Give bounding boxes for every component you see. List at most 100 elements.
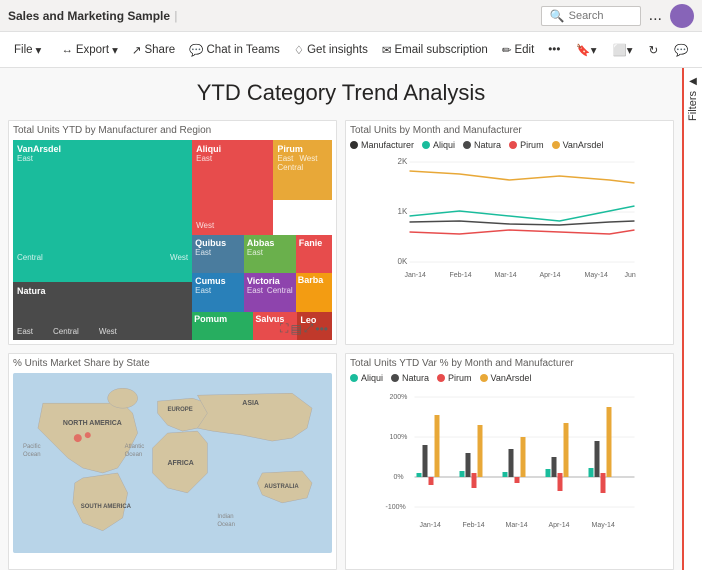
bar-chart-container[interactable]: 200% 100% 0% -100% [350,385,669,565]
toolbar-more[interactable]: ••• [542,40,566,60]
bar-x-feb: Feb-14 [463,522,485,529]
treemap-container[interactable]: VanArsdel East Central West Natura East [13,140,332,340]
focus-button[interactable]: ⛶ [280,321,288,336]
aliqui-dot [422,141,430,149]
bar-aliqui-dot [350,374,358,382]
more-options-button[interactable]: ... [649,7,662,25]
bar-may-vanarsdel [607,407,612,477]
search-icon: 🔍 [550,9,565,23]
pirum-line [410,230,635,234]
bar-x-apr: Apr-14 [549,522,570,529]
bookmark-button[interactable]: 🔖▾ [570,39,602,61]
bar-x-mar: Mar-14 [506,522,528,529]
bar-chart-legend: Aliqui Natura Pirum VanArsdel [350,373,669,383]
toolbar-chat[interactable]: 💬 Chat in Teams [183,39,286,61]
treemap-right: Aliqui East West Pirum [192,140,332,340]
bar-y-minus100: -100% [386,504,406,511]
insights-label: Get insights [307,44,368,56]
bar-legend-natura: Natura [391,373,429,383]
pirum-label: Pirum [277,144,328,154]
toolbar-export[interactable]: ↔ Export ▾ [55,39,124,61]
vanarsdel-label: VanArsdel [17,144,188,154]
aliqui-bottom: West [196,217,214,231]
barba-label: Barba [298,275,330,285]
y-label-0k: 0K [398,257,408,266]
bar-natura-dot [391,374,399,382]
treemap-left: VanArsdel East Central West Natura East [13,140,192,340]
bar-y-0: 0% [394,474,404,481]
bar-feb-aliqui [460,471,465,477]
treemap-victoria[interactable]: Victoria East Central [244,273,296,312]
victoria-east: East [247,286,263,295]
line-chart-container[interactable]: 2K 1K 0K [350,152,669,292]
bar-mar-pirum [515,477,520,483]
treemap-cumus[interactable]: Cumus East [192,273,244,312]
usa-marker-1 [74,434,82,442]
treemap-pomum[interactable]: Pomum [192,312,253,340]
bar-mar-aliqui [503,472,508,477]
edit-icon: ✏ [502,43,512,57]
toolbar-file[interactable]: File ▾ [8,39,47,61]
more-button[interactable]: ••• [315,321,328,336]
line-chart-title: Total Units by Month and Manufacturer [350,125,669,136]
quibus-label: Quibus [195,238,241,248]
bar-pirum-dot [437,374,445,382]
legend-aliqui: Aliqui [422,140,455,150]
title-bar-right: 🔍 ... [541,4,694,28]
atlantic-ocean-label2: Ocean [125,452,143,458]
vanarsdel-label: VanArsdel [563,140,604,150]
treemap-pirum-col: Pirum East West Central [273,140,332,235]
vanarsdel-central: Central [17,253,43,262]
south-america-label: SOUTH AMERICA [81,504,132,510]
treemap-right-mini: Barba [296,273,332,312]
search-box[interactable]: 🔍 [541,6,641,26]
treemap-aliqui[interactable]: Aliqui East West [192,140,273,235]
natura-west: West [99,327,117,336]
bar-aliqui-label: Aliqui [361,373,383,383]
toolbar-edit[interactable]: ✏ Edit [496,39,540,61]
bar-feb-natura [466,453,471,477]
title-separator: | [174,9,177,23]
treemap-pirum[interactable]: Pirum East West Central [273,140,332,200]
legend-natura: Natura [463,140,501,150]
treemap-title: Total Units YTD by Manufacturer and Regi… [13,125,332,136]
view-button[interactable]: ⬜▾ [606,39,638,61]
filters-panel[interactable]: ◀ Filters [682,68,702,570]
bar-y-200: 200% [390,394,408,401]
victoria-label: Victoria [247,276,293,286]
treemap-quibus[interactable]: Quibus East [192,235,244,274]
victoria-central: Central [267,286,293,295]
refresh-button[interactable]: ↻ [643,39,665,61]
treemap-abbas[interactable]: Abbas East [244,235,296,274]
bar-chart-svg: 200% 100% 0% -100% [350,385,669,540]
comment-button[interactable]: 💬 [668,39,694,61]
bar-may-pirum [601,473,606,493]
expand-button[interactable]: ⤢ [304,321,314,336]
y-label-2k: 2K [398,157,408,166]
usa-marker-2 [85,432,91,438]
treemap-bottom-right: Quibus East Abbas East Fanie [192,235,332,312]
x-apr: Apr-14 [540,272,561,279]
chat-label: Chat in Teams [207,44,280,56]
title-bar-left: Sales and Marketing Sample | [8,9,177,23]
toolbar-insights[interactable]: ♢ Get insights [288,39,374,61]
toolbar-email[interactable]: ✉ Email subscription [376,39,494,61]
search-input[interactable] [569,10,639,22]
map-container[interactable]: NORTH AMERICA EUROPE ASIA AFRICA SOUTH A… [13,373,332,553]
bar-jan-aliqui [417,473,422,477]
filter-button[interactable]: ▤ [290,321,301,336]
bar-chart-title: Total Units YTD Var % by Month and Manuf… [350,358,669,369]
bar-pirum-label: Pirum [448,373,472,383]
legend-vanarsdel: VanArsdel [552,140,604,150]
treemap-fanie[interactable]: Fanie [296,235,332,274]
bar-vanarsdel-dot [480,374,488,382]
toolbar-right: 🔖▾ ⬜▾ ↻ 💬 [570,39,694,61]
filters-toggle[interactable]: ◀ [689,76,697,87]
treemap-vanarsdel[interactable]: VanArsdel East Central West [13,140,192,282]
bar-mar-vanarsdel [521,437,526,477]
toolbar-share[interactable]: ↗ Share [126,39,181,61]
treemap-natura[interactable]: Natura East Central West [13,282,192,340]
pirum-west: West [299,154,317,163]
treemap-barba[interactable]: Barba [296,273,332,312]
x-mar: Mar-14 [495,272,517,279]
